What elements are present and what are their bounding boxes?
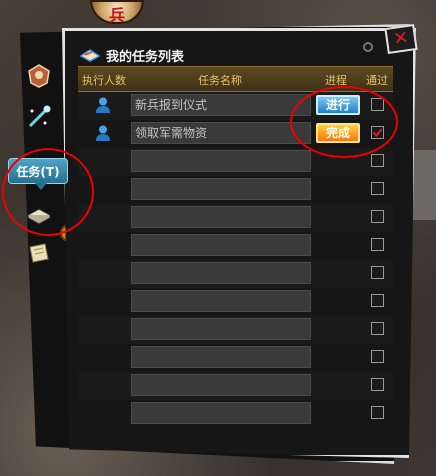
task-name[interactable] [131, 374, 311, 396]
header-progress: 进程 [325, 74, 347, 87]
task-name[interactable] [131, 150, 311, 172]
checkmark-icon [372, 128, 383, 138]
scroll-icon[interactable] [24, 238, 54, 268]
table-row[interactable] [78, 344, 393, 372]
task-name[interactable]: 领取军需物资 [131, 122, 311, 144]
table-header: 执行人数 任务名称 进程 通过 [78, 66, 393, 92]
table-row[interactable] [78, 232, 393, 260]
passed-checkbox[interactable] [371, 294, 384, 307]
task-rows: 新兵报到仪式 进行 领取军需物资 完成 [78, 92, 393, 428]
header-passed: 通过 [366, 74, 388, 87]
table-row[interactable] [78, 204, 393, 232]
passed-checkbox[interactable] [371, 126, 384, 139]
close-button[interactable]: ✕ [384, 24, 418, 54]
passed-checkbox[interactable] [371, 238, 384, 251]
table-row[interactable]: 新兵报到仪式 进行 [78, 92, 393, 120]
close-icon: ✕ [391, 27, 410, 50]
wand-icon[interactable] [24, 102, 54, 132]
passed-checkbox[interactable] [371, 154, 384, 167]
task-book-icon[interactable] [24, 198, 54, 228]
table-row[interactable] [78, 316, 393, 344]
book-icon [80, 49, 100, 62]
passed-checkbox[interactable] [371, 378, 384, 391]
header-players: 执行人数 [82, 74, 126, 87]
passed-checkbox[interactable] [371, 210, 384, 223]
header-task-name: 任务名称 [198, 74, 242, 87]
passed-checkbox[interactable] [371, 350, 384, 363]
table-row[interactable] [78, 176, 393, 204]
task-name[interactable] [131, 178, 311, 200]
task-name[interactable] [131, 234, 311, 256]
task-name[interactable] [131, 402, 311, 424]
window-title-bar: 我的任务列表 [80, 43, 184, 67]
passed-checkbox[interactable] [371, 182, 384, 195]
table-row[interactable] [78, 260, 393, 288]
task-name[interactable] [131, 206, 311, 228]
task-name[interactable] [131, 290, 311, 312]
passed-checkbox[interactable] [371, 266, 384, 279]
task-name[interactable]: 新兵报到仪式 [131, 94, 311, 116]
table-row[interactable] [78, 372, 393, 400]
window-title: 我的任务列表 [106, 49, 185, 65]
status-button[interactable]: 进行 [316, 95, 360, 115]
status-button[interactable]: 完成 [316, 123, 360, 143]
player-icon [96, 125, 110, 141]
table-row[interactable] [78, 400, 393, 428]
player-icon [96, 97, 110, 113]
passed-checkbox[interactable] [371, 322, 384, 335]
table-row[interactable] [78, 288, 393, 316]
task-name[interactable] [131, 346, 311, 368]
table-row[interactable] [78, 148, 393, 176]
armor-icon[interactable] [24, 60, 54, 90]
passed-checkbox[interactable] [371, 98, 384, 111]
settings-icon[interactable] [363, 42, 373, 52]
task-name[interactable] [131, 318, 311, 340]
table-row[interactable]: 领取军需物资 完成 [78, 120, 393, 148]
task-tooltip: 任务(T) [8, 158, 68, 190]
passed-checkbox[interactable] [371, 406, 384, 419]
task-name[interactable] [131, 262, 311, 284]
